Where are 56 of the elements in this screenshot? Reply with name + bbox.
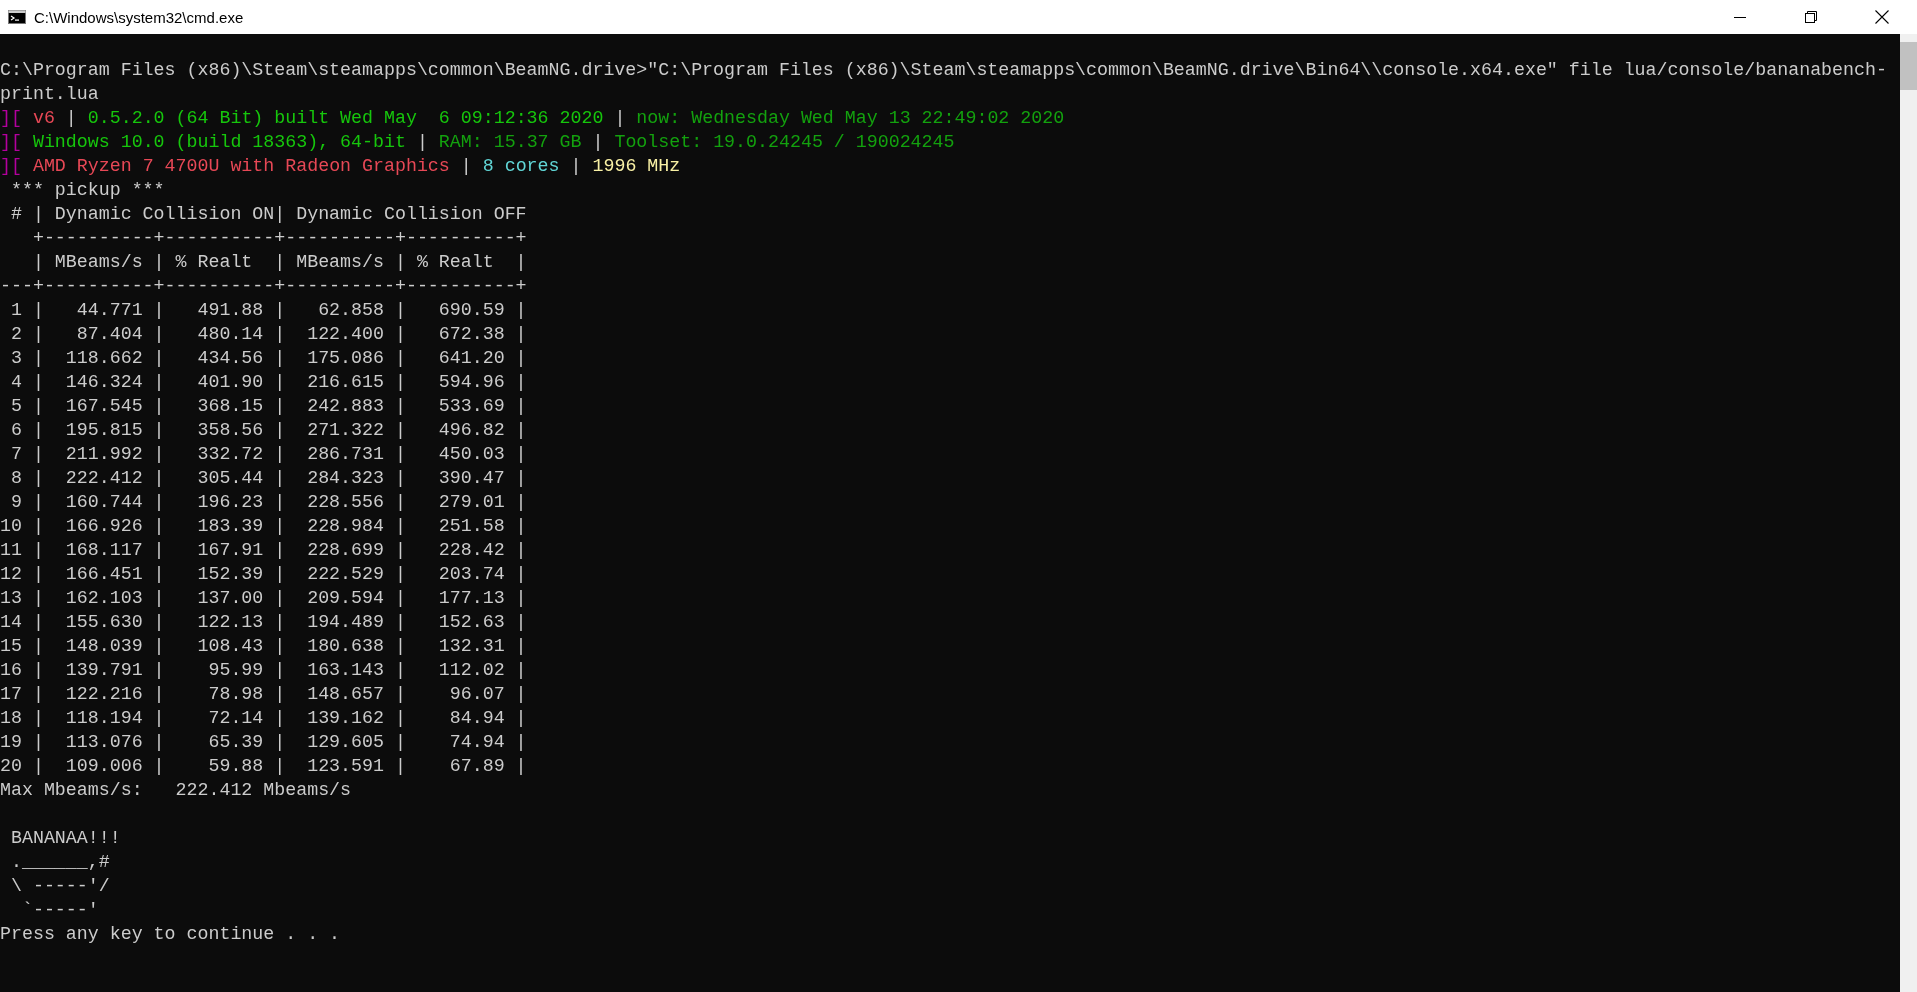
- console-line: 14 | 155.630 | 122.13 | 194.489 | 152.63 |: [0, 611, 528, 634]
- console-line: 3 | 118.662 | 434.56 | 175.086 | 641.20 |: [9, 347, 528, 370]
- console-line: 16 | 139.791 | 95.99 | 163.143 | 112.02 |: [0, 659, 528, 682]
- console-line: 2 | 87.404 | 480.14 | 122.400 | 672.38 |: [9, 323, 528, 346]
- console-line: \ -----'/: [9, 875, 111, 898]
- console-line: C:\Program Files (x86)\Steam\steamapps\common\BeamNG.drive>"C:\Program Files (x86)\Steam\steamapps\common\BeamNG.drive\Bin64\\console.x64.exe" file lua/console/bananabench-: [0, 59, 1888, 82]
- console-line: | MBeams/s | % Realt | MBeams/s | % Realt |: [31, 251, 528, 274]
- console-text: 1996 MHz: [591, 156, 681, 176]
- console-text: 8 cores: [481, 156, 561, 176]
- console-line: ---+----------+----------+----------+----------+: [0, 275, 528, 298]
- console-line: 4 | 146.324 | 401.90 | 216.615 | 594.96 |: [9, 371, 528, 394]
- console-text: now: Wednesday Wed May 13 22:49:02 2020: [635, 108, 1065, 128]
- scrollbar-thumb[interactable]: [1900, 42, 1917, 90]
- console-text: Windows 10.0 (build 18363), 64-bit: [31, 132, 407, 152]
- console-line: 8 | 222.412 | 305.44 | 284.323 | 390.47 |: [9, 467, 528, 490]
- terminal-icon: [8, 10, 26, 24]
- console-line: 15 | 148.039 | 108.43 | 180.638 | 132.31 |: [0, 635, 528, 658]
- console-line: 17 | 122.216 | 78.98 | 148.657 | 96.07 |: [0, 683, 528, 706]
- console-text: |: [65, 108, 77, 128]
- console-line: 12 | 166.451 | 152.39 | 222.529 | 203.74 |: [0, 563, 528, 586]
- console-line: .______,#: [9, 851, 111, 874]
- console-text: |: [592, 132, 604, 152]
- console-text: RAM: 15.37 GB: [437, 132, 583, 152]
- close-icon: [1874, 10, 1889, 24]
- console-text: |: [570, 156, 582, 176]
- console-text: AMD Ryzen 7 4700U with Radeon Graphics: [31, 156, 451, 176]
- console-line: Max Mbeams/s: 222.412 Mbeams/s: [0, 779, 353, 802]
- console-line: +----------+----------+----------+----------+: [31, 227, 528, 250]
- restore-icon: [1804, 11, 1817, 23]
- console-line: 11 | 168.117 | 167.91 | 228.699 | 228.42 |: [0, 539, 528, 562]
- console-line: 1 | 44.771 | 491.88 | 62.858 | 690.59 |: [9, 299, 528, 322]
- console-text: |: [614, 108, 626, 128]
- console-line: *** pickup ***: [9, 179, 166, 202]
- console-text: 0.5.2.0 (64 Bit) built Wed May 6 09:12:36 2020: [86, 108, 605, 128]
- console-text: ][: [0, 156, 22, 176]
- window-title: C:\Windows\system32\cmd.exe: [34, 8, 244, 26]
- console-line: 13 | 162.103 | 137.00 | 209.594 | 177.13 |: [0, 587, 528, 610]
- console-line: 18 | 118.194 | 72.14 | 139.162 | 84.94 |: [0, 707, 528, 730]
- console-text: |: [460, 156, 472, 176]
- console-line: # | Dynamic Collision ON| Dynamic Collision OFF: [9, 203, 528, 226]
- console-line: 7 | 211.992 | 332.72 | 286.731 | 450.03 |: [9, 443, 528, 466]
- console-line: 6 | 195.815 | 358.56 | 271.322 | 496.82 |: [9, 419, 528, 442]
- console-line: 20 | 109.006 | 59.88 | 123.591 | 67.89 |: [0, 755, 528, 778]
- console-text: ][: [0, 132, 22, 152]
- console-text: Toolset: 19.0.24245 / 190024245: [613, 132, 955, 152]
- console-line: 5 | 167.545 | 368.15 | 242.883 | 533.69 |: [9, 395, 528, 418]
- console-line: print.lua: [0, 83, 100, 106]
- console-text: v6: [31, 108, 56, 128]
- console-line: Press any key to continue . . .: [0, 923, 342, 946]
- console-line: 9 | 160.744 | 196.23 | 228.556 | 279.01 |: [9, 491, 528, 514]
- console-text: ][: [0, 108, 22, 128]
- console-line: 19 | 113.076 | 65.39 | 129.605 | 74.94 |: [0, 731, 528, 754]
- console-line: 10 | 166.926 | 183.39 | 228.984 | 251.58 |: [0, 515, 528, 538]
- console-line: `-----': [20, 899, 100, 922]
- console-line: BANANAA!!!: [9, 827, 122, 850]
- console-text: |: [416, 132, 428, 152]
